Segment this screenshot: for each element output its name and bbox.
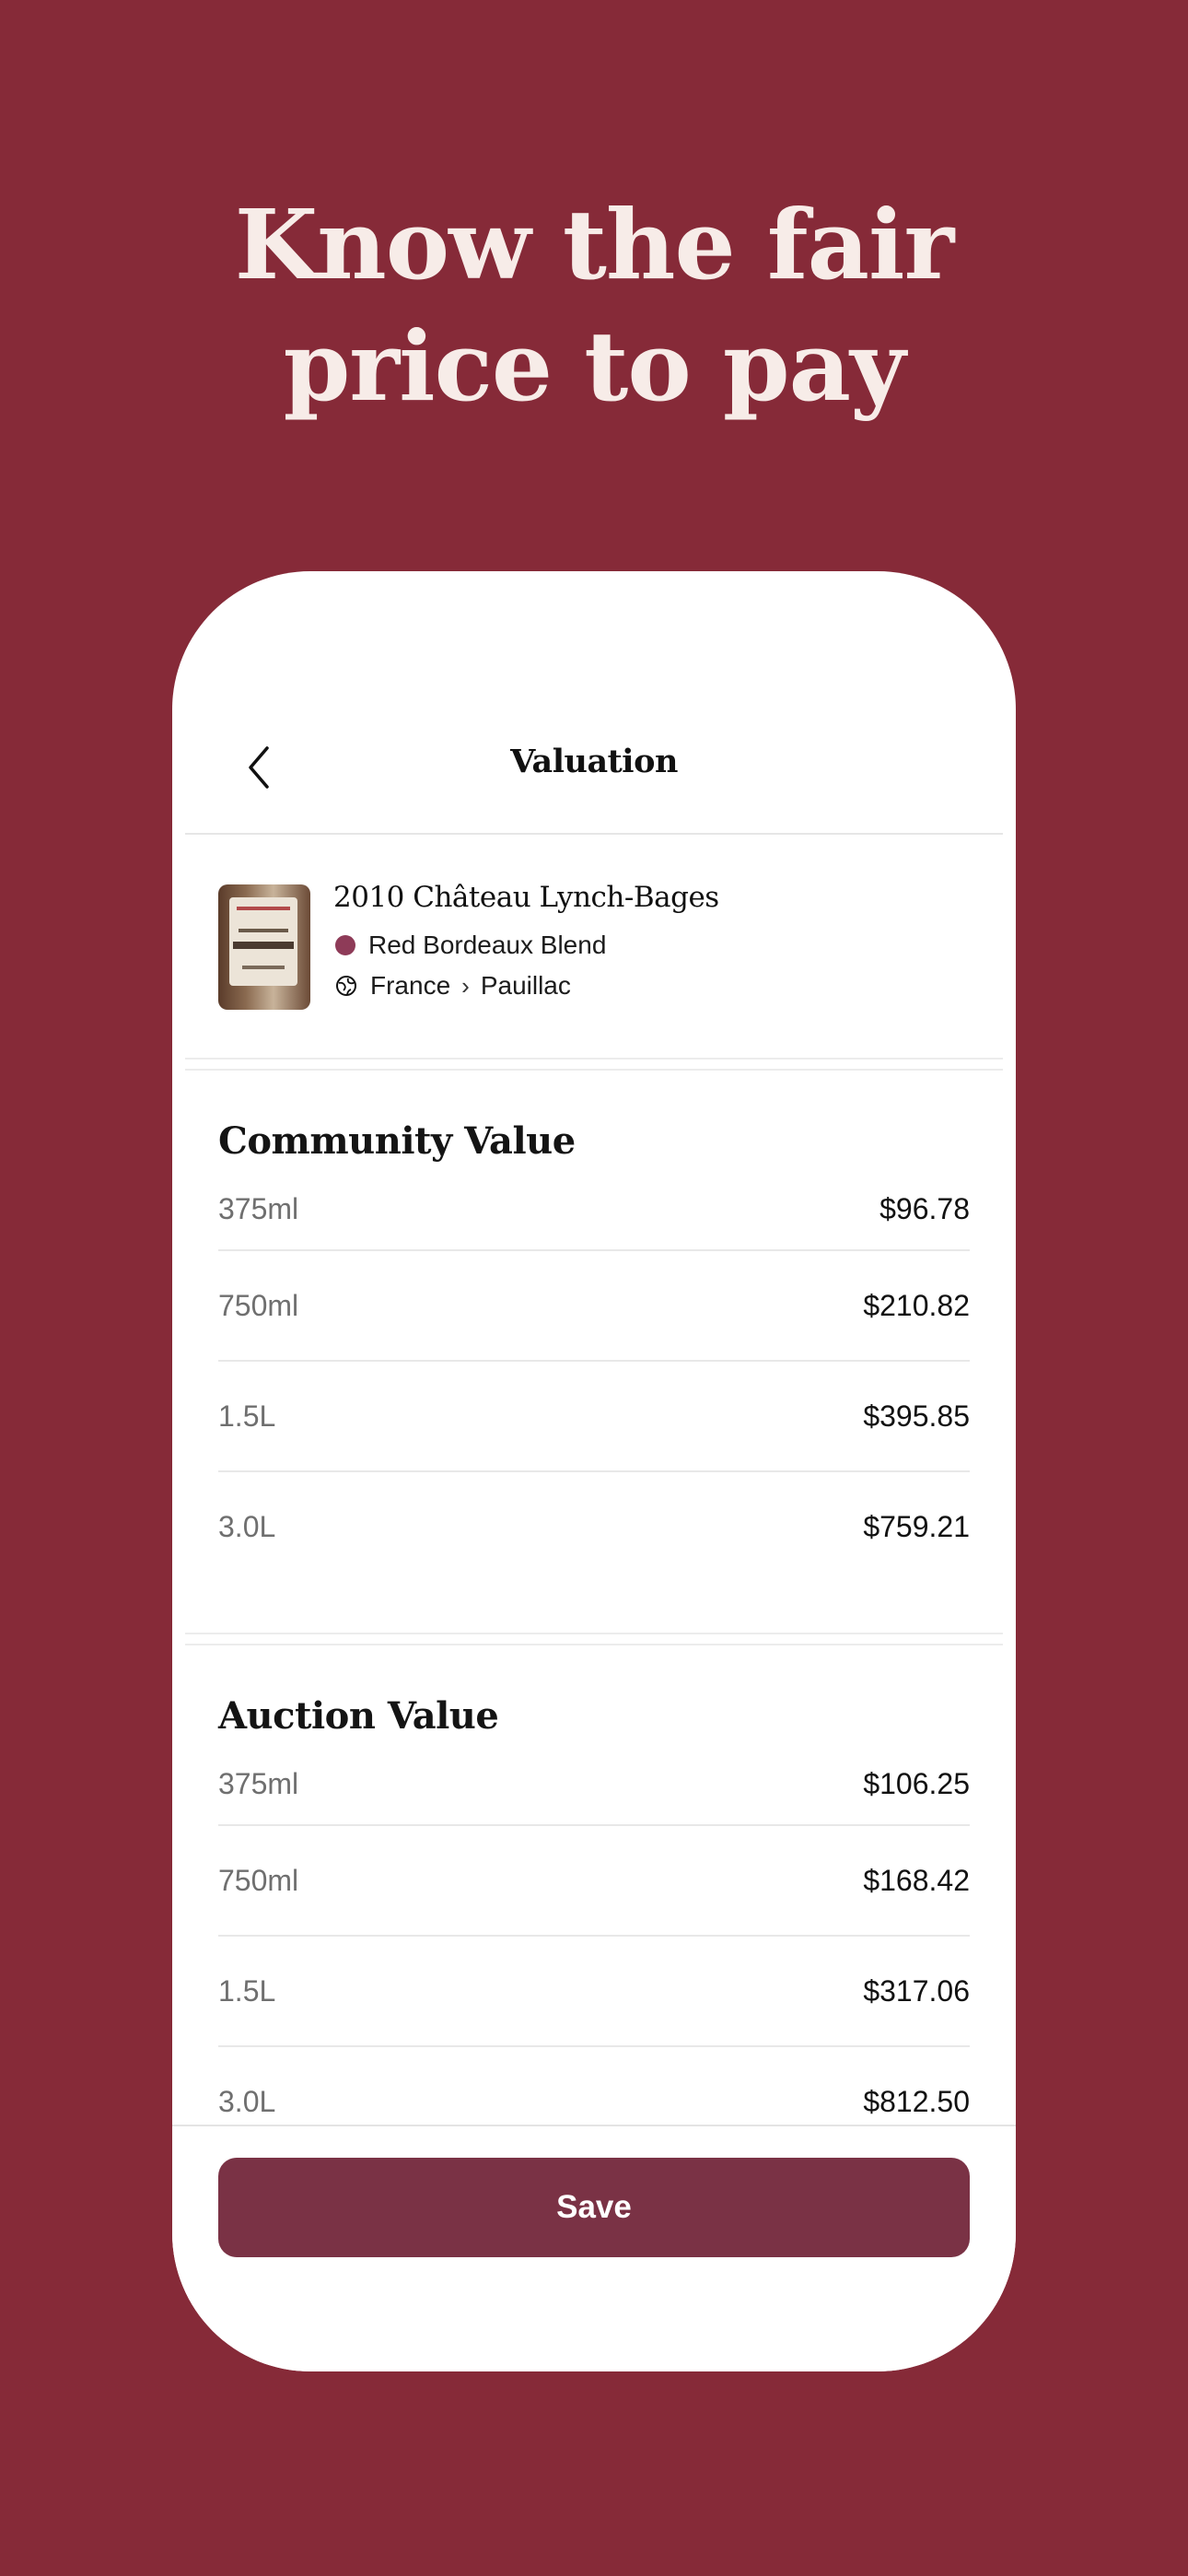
headline: Know the fair price to pay bbox=[0, 184, 1188, 427]
phone-screen: Valuation 2010 Château Lynch-Bages Red B… bbox=[172, 571, 1016, 2371]
auction-row-375ml: 375ml $106.25 bbox=[218, 1743, 970, 1826]
auction-value-section: Auction Value 375ml $106.25 750ml $168.4… bbox=[218, 1690, 970, 2156]
wine-origin-row: France › Pauillac bbox=[333, 971, 571, 1001]
community-row-3.0l: 3.0L $759.21 bbox=[218, 1472, 970, 1581]
wine-name: 2010 Château Lynch-Bages bbox=[333, 881, 719, 914]
community-row-750ml: 750ml $210.82 bbox=[218, 1251, 970, 1362]
footer-bar: Save bbox=[172, 2125, 1016, 2371]
price-value: $210.82 bbox=[863, 1288, 970, 1322]
community-value-section: Community Value 375ml $96.78 750ml $210.… bbox=[218, 1115, 970, 1581]
auction-value-title: Auction Value bbox=[218, 1694, 499, 1738]
wine-type-row: Red Bordeaux Blend bbox=[333, 931, 606, 960]
globe-icon bbox=[336, 976, 356, 996]
price-value: $395.85 bbox=[863, 1399, 970, 1433]
price-value: $106.25 bbox=[863, 1766, 970, 1800]
bottle-size: 3.0L bbox=[218, 1509, 276, 1543]
price-value: $96.78 bbox=[879, 1191, 970, 1225]
nav-bar: Valuation bbox=[185, 709, 1003, 835]
bottle-size: 1.5L bbox=[218, 1973, 276, 2008]
auction-row-1.5l: 1.5L $317.06 bbox=[218, 1937, 970, 2047]
save-button[interactable]: Save bbox=[218, 2158, 970, 2257]
section-divider bbox=[185, 1058, 1003, 1071]
bottle-size: 375ml bbox=[218, 1766, 299, 1800]
bottle-size: 375ml bbox=[218, 1191, 299, 1225]
wine-color-dot-icon bbox=[335, 935, 355, 955]
wine-summary[interactable]: 2010 Château Lynch-Bages Red Bordeaux Bl… bbox=[172, 833, 1016, 1056]
price-value: $317.06 bbox=[863, 1973, 970, 2008]
community-row-1.5l: 1.5L $395.85 bbox=[218, 1362, 970, 1472]
headline-line-1: Know the fair bbox=[234, 188, 955, 301]
bottle-size: 3.0L bbox=[218, 2084, 276, 2118]
price-value: $759.21 bbox=[863, 1509, 970, 1543]
community-value-title: Community Value bbox=[218, 1119, 576, 1163]
section-divider bbox=[185, 1633, 1003, 1645]
wine-type: Red Bordeaux Blend bbox=[368, 931, 607, 959]
wine-country: France bbox=[370, 971, 451, 1000]
price-value: $812.50 bbox=[863, 2084, 970, 2118]
chevron-right-icon: › bbox=[461, 971, 470, 1000]
page-title: Valuation bbox=[510, 743, 678, 780]
headline-line-2: price to pay bbox=[283, 310, 906, 423]
auction-row-750ml: 750ml $168.42 bbox=[218, 1826, 970, 1937]
wine-label-image bbox=[218, 884, 310, 1010]
bottle-size: 750ml bbox=[218, 1863, 299, 1897]
price-value: $168.42 bbox=[863, 1863, 970, 1897]
wine-region: Pauillac bbox=[480, 971, 571, 1000]
community-row-375ml: 375ml $96.78 bbox=[218, 1168, 970, 1251]
bottle-size: 750ml bbox=[218, 1288, 299, 1322]
bottle-size: 1.5L bbox=[218, 1399, 276, 1433]
